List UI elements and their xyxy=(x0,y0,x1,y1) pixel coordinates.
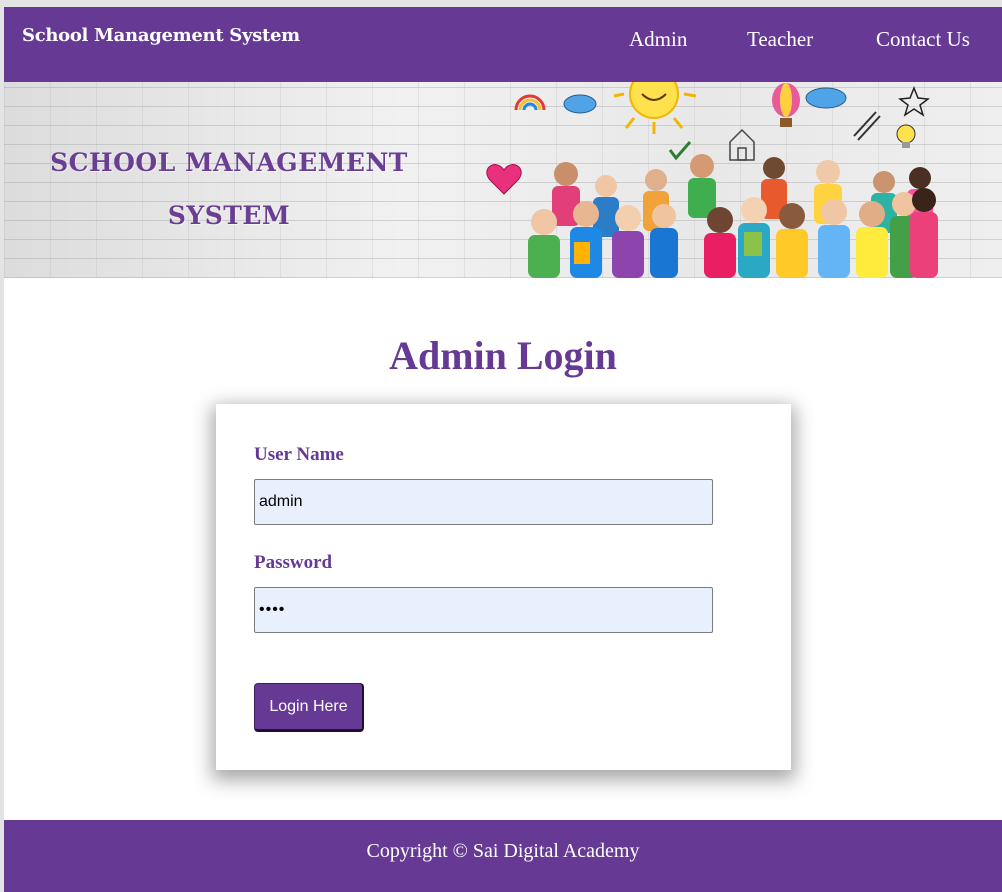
house-icon xyxy=(729,128,755,161)
username-label: User Name xyxy=(254,444,344,465)
banner-title-line-2: SYSTEM xyxy=(167,201,291,230)
page: School Management System Admin Teacher C… xyxy=(4,7,1002,892)
banner-title: SCHOOL MANAGEMENT SYSTEM xyxy=(24,136,434,242)
pencil-icon xyxy=(853,111,881,141)
checkmark-icon xyxy=(668,141,692,161)
login-button[interactable]: Login Here xyxy=(254,683,364,732)
banner-title-line-1: SCHOOL MANAGEMENT xyxy=(50,148,408,177)
username-input[interactable] xyxy=(254,479,713,525)
balloon-icon xyxy=(772,83,800,127)
nav-link-admin[interactable]: Admin xyxy=(629,27,687,52)
children-group-illustration xyxy=(486,82,938,278)
nav-link-teacher[interactable]: Teacher xyxy=(747,27,813,52)
lightbulb-icon xyxy=(896,124,916,148)
rainbow-icon xyxy=(514,94,546,111)
cloud-icon xyxy=(563,87,847,114)
top-navbar: School Management System Admin Teacher C… xyxy=(4,7,1002,82)
star-icon xyxy=(898,85,930,117)
footer: Copyright © Sai Digital Academy xyxy=(4,820,1002,892)
password-label: Password xyxy=(254,552,333,573)
sun-icon xyxy=(613,82,697,134)
nav-link-contact-us[interactable]: Contact Us xyxy=(876,27,970,52)
login-form-card: User Name Password Login Here xyxy=(216,404,791,770)
page-title: Admin Login xyxy=(389,333,617,378)
heart-icon xyxy=(486,164,522,195)
brand-title[interactable]: School Management System xyxy=(22,25,300,46)
password-input[interactable] xyxy=(254,587,713,633)
hero-banner: SCHOOL MANAGEMENT SYSTEM xyxy=(4,82,1002,278)
copyright-text: Copyright © Sai Digital Academy xyxy=(366,840,640,862)
